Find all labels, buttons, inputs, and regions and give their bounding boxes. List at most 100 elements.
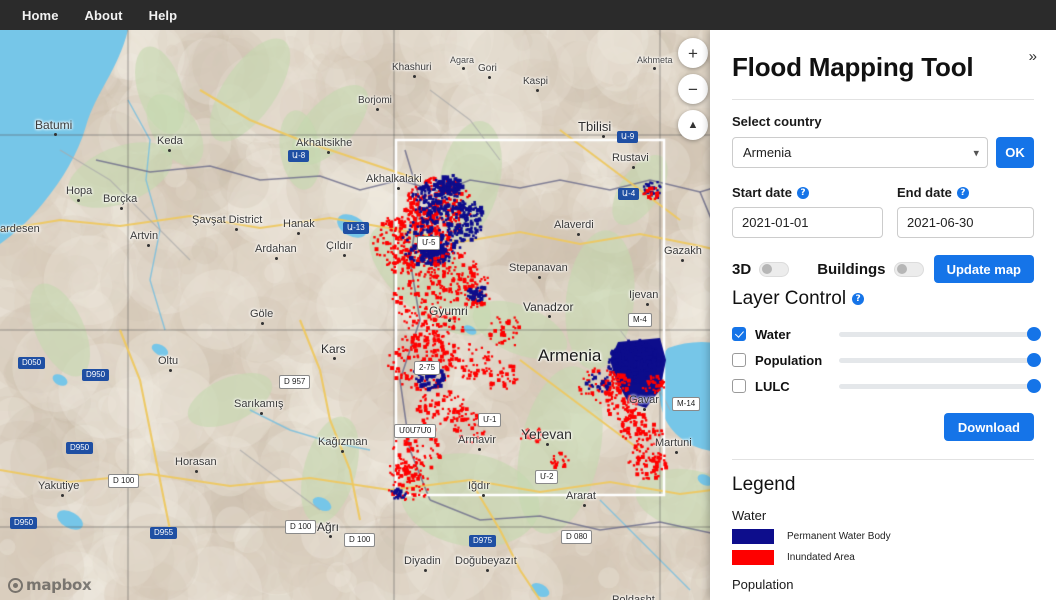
map-road-shield: M-4 — [628, 313, 652, 327]
map-city-dot — [461, 67, 465, 70]
map-city-dot — [60, 494, 64, 497]
download-button[interactable]: Download — [943, 413, 1034, 441]
start-date-label: Start date — [732, 185, 792, 200]
map-road-shield: D 080 — [561, 530, 593, 544]
mapbox-icon — [8, 577, 23, 593]
map-city-dot — [478, 448, 482, 451]
layer-row-lulc: LULC — [732, 373, 1041, 399]
start-date-label-wrap: Start date ? — [732, 185, 883, 200]
map-controls: + − ▲ — [678, 38, 708, 140]
update-map-button[interactable]: Update map — [933, 255, 1034, 283]
map-road-shield: D 100 — [344, 533, 376, 547]
layer-row-water: Water — [732, 321, 1041, 347]
toggle-group-3d: 3D — [732, 261, 790, 278]
layer-checkbox-water[interactable] — [732, 327, 746, 341]
layer-checkbox-population[interactable] — [732, 353, 746, 367]
panel-title: Flood Mapping Tool — [732, 52, 974, 82]
map-road-shield: Մ-1 — [478, 413, 502, 427]
map-city-dot — [340, 450, 344, 453]
start-date-cell — [732, 207, 883, 238]
end-date-label: End date — [897, 185, 952, 200]
map-road-shield: D050 — [18, 357, 46, 369]
country-block: Select country Armenia ▾ OK — [732, 114, 1034, 168]
layer-label-population: Population — [755, 352, 823, 368]
country-row: Armenia ▾ OK — [732, 137, 1034, 168]
map-road-shield: D955 — [150, 527, 178, 539]
map-road-shield: D 100 — [285, 520, 317, 534]
layer-opacity-slider-water[interactable] — [839, 325, 1041, 343]
map-city-dot — [536, 89, 539, 92]
layer-rows: Water Population LULC — [732, 321, 1041, 399]
layer-checkbox-lulc[interactable] — [732, 379, 746, 393]
map-road-shield: Մ-5 — [417, 236, 441, 250]
nav-item-about[interactable]: About — [85, 8, 123, 23]
date-labels-row: Start date ? End date ? — [732, 185, 1034, 200]
map-city-dot — [601, 135, 605, 138]
legend-item: Permanent Water Body — [732, 529, 1034, 544]
toggle-buildings-label: Buildings — [817, 260, 886, 278]
toggle-group-buildings: Buildings — [817, 260, 924, 278]
map-road-shield: D975 — [469, 535, 497, 547]
map-city-dot — [447, 319, 451, 322]
end-date-input[interactable] — [897, 207, 1034, 238]
end-date-cell — [883, 207, 1034, 238]
map-road-shield: D950 — [82, 369, 110, 381]
toggle-buildings-switch[interactable] — [893, 261, 924, 277]
legend-swatch — [732, 529, 774, 544]
divider-title — [732, 99, 1034, 100]
map-road-shield: Ա-13 — [343, 222, 369, 234]
layer-label-lulc: LULC — [755, 378, 790, 394]
dates-block: Start date ? End date ? — [732, 185, 1034, 238]
map-road-shield: M-14 — [672, 397, 701, 411]
date-inputs-row — [732, 207, 1034, 238]
divider-legend — [732, 459, 1034, 460]
country-select-wrap: Armenia ▾ — [732, 137, 988, 168]
start-date-input[interactable] — [732, 207, 883, 238]
layer-control-help-icon[interactable]: ? — [852, 293, 865, 305]
download-row: Download — [732, 413, 1034, 441]
layer-label-water: Water — [755, 326, 791, 342]
map-road-shield: 2-75 — [414, 361, 441, 375]
nav-item-home[interactable]: Home — [22, 8, 59, 23]
start-date-help-icon[interactable]: ? — [796, 186, 809, 199]
legend-group-name: Population — [732, 577, 794, 592]
zoom-in-glyph: + — [688, 43, 698, 63]
toggle-3d-switch[interactable] — [759, 261, 790, 277]
country-select[interactable]: Armenia — [732, 137, 988, 168]
collapse-panel-button[interactable]: » — [1024, 46, 1042, 67]
legend-group-name: Water — [732, 508, 767, 523]
map-city-dot — [547, 315, 551, 318]
legend-groups: Water Permanent Water Body Inundated Area P… — [732, 508, 1034, 592]
nav-item-help[interactable]: Help — [149, 8, 178, 23]
map-city-dot — [424, 569, 428, 572]
layer-opacity-slider-population[interactable] — [839, 351, 1041, 369]
country-label: Select country — [732, 114, 822, 129]
mapbox-attribution-logo[interactable]: mapbox — [8, 576, 92, 594]
ok-button[interactable]: OK — [996, 137, 1034, 168]
end-date-label-wrap: End date ? — [883, 185, 1034, 200]
map-road-shield: Ա-9 — [617, 131, 639, 143]
legend-item-label: Inundated Area — [787, 552, 855, 563]
map-road-shield: Մ0Մ7Մ0 — [394, 424, 437, 438]
map-city-dot — [632, 166, 636, 169]
legend-item: Inundated Area — [732, 550, 1034, 565]
compass-icon[interactable]: ▲ — [678, 110, 708, 140]
zoom-in-icon[interactable]: + — [678, 38, 708, 68]
map-city-dot — [537, 276, 541, 279]
map-city-dot — [675, 451, 679, 454]
legend-title: Legend — [732, 474, 796, 495]
side-panel: » Flood Mapping Tool Select country Arme… — [710, 30, 1056, 600]
map-city-dot — [234, 228, 238, 231]
zoom-out-icon[interactable]: − — [678, 74, 708, 104]
toggles-row: 3D Buildings Update map — [732, 255, 1034, 283]
end-date-help-icon[interactable]: ? — [956, 186, 969, 199]
legend-swatch — [732, 550, 774, 565]
top-navbar: Home About Help — [0, 0, 1056, 30]
map-road-shield: Ա-8 — [288, 150, 310, 162]
app-root: Home About Help Batumi Keda Akhaltsikhe Kha… — [0, 0, 1056, 600]
map-city-dot — [53, 133, 57, 136]
map-road-shield: D950 — [10, 517, 38, 529]
map-city-dot — [259, 412, 263, 415]
map-city-dot — [576, 233, 580, 236]
layer-opacity-slider-lulc[interactable] — [839, 377, 1041, 395]
